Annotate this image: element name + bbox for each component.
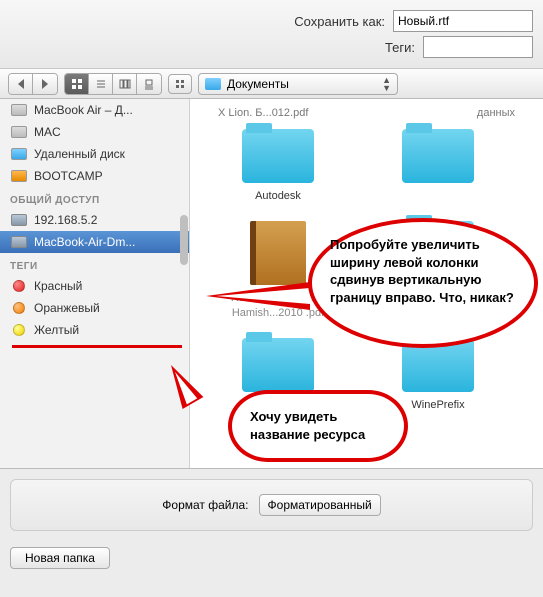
- sidebar-item-tag[interactable]: Желтый: [0, 319, 189, 341]
- coverflow-view-button[interactable]: [137, 74, 161, 94]
- sidebar-item-device[interactable]: Удаленный диск: [0, 143, 189, 165]
- tag-dot-icon: [13, 302, 25, 314]
- sidebar-item-label: BOOTCAMP: [34, 169, 103, 183]
- view-mode-buttons: [64, 73, 162, 95]
- annotation-callout: Хочу увидеть название ресурса: [228, 390, 408, 462]
- sidebar-item-label: Оранжевый: [34, 301, 100, 315]
- format-row: Формат файла: Форматированный: [10, 479, 533, 531]
- sidebar-item-label: 192.168.5.2: [34, 213, 97, 227]
- bottom-panel: Формат файла: Форматированный Новая папк…: [0, 469, 543, 579]
- format-select[interactable]: Форматированный: [259, 494, 381, 516]
- folder-icon: [242, 338, 314, 392]
- disk-icon: [11, 126, 27, 138]
- sidebar-item-label: MAC: [34, 125, 61, 139]
- folder-icon: [205, 78, 221, 90]
- bootcamp-disk-icon: [11, 170, 27, 182]
- monitor-icon: [11, 214, 27, 226]
- file-item-label: Autodesk: [218, 189, 338, 203]
- monitor-icon: [11, 236, 27, 248]
- format-value: Форматированный: [268, 498, 372, 512]
- sidebar-section-tags: ТЕГИ: [0, 253, 189, 275]
- sidebar-item-tag[interactable]: Оранжевый: [0, 297, 189, 319]
- disk-icon: [11, 104, 27, 116]
- sidebar-item-label: Красный: [34, 279, 82, 293]
- new-folder-button[interactable]: Новая папка: [10, 547, 110, 569]
- callout-text: Попробуйте увеличить ширину левой колонк…: [330, 237, 514, 305]
- save-panel-header: Сохранить как: Теги:: [0, 0, 543, 69]
- tag-dot-icon: [13, 324, 25, 336]
- truncated-filename: данных: [477, 107, 515, 119]
- sidebar-item-label: MacBook Air – Д...: [34, 103, 133, 117]
- location-popup[interactable]: Документы ▲▼: [198, 73, 398, 95]
- format-label: Формат файла:: [162, 498, 248, 512]
- callout-tail-icon: [206, 282, 310, 310]
- sidebar: MacBook Air – Д... MAC Удаленный диск BO…: [0, 99, 190, 468]
- truncated-filename: X Lion. Б...012.pdf: [218, 107, 308, 119]
- list-view-button[interactable]: [89, 74, 113, 94]
- popup-arrows-icon: ▲▼: [382, 76, 391, 92]
- sidebar-section-shared: ОБЩИЙ ДОСТУП: [0, 187, 189, 209]
- sidebar-item-tag[interactable]: Красный: [0, 275, 189, 297]
- toolbar: Документы ▲▼: [0, 69, 543, 99]
- back-button[interactable]: [9, 74, 33, 94]
- callout-text: Хочу увидеть название ресурса: [250, 409, 365, 442]
- location-label: Документы: [227, 77, 289, 91]
- remote-disk-icon: [11, 148, 27, 160]
- icon-view-button[interactable]: [65, 74, 89, 94]
- sidebar-item-label: MacBook-Air-Dm...: [34, 235, 135, 249]
- sidebar-item-device[interactable]: MAC: [0, 121, 189, 143]
- sidebar-item-shared-selected[interactable]: MacBook-Air-Dm...: [0, 231, 189, 253]
- arrange-button[interactable]: [168, 74, 192, 94]
- sidebar-item-shared[interactable]: 192.168.5.2: [0, 209, 189, 231]
- tag-dot-icon: [13, 280, 25, 292]
- file-item[interactable]: Autodesk: [218, 129, 338, 203]
- forward-button[interactable]: [33, 74, 57, 94]
- sidebar-item-label: Желтый: [34, 323, 79, 337]
- folder-icon: [242, 129, 314, 183]
- tags-input[interactable]: [423, 36, 533, 58]
- filename-input[interactable]: [393, 10, 533, 32]
- book-icon: [250, 221, 306, 285]
- annotation-underline: [12, 345, 182, 348]
- sidebar-item-device[interactable]: BOOTCAMP: [0, 165, 189, 187]
- tags-label: Теги:: [385, 40, 415, 55]
- folder-icon: [402, 129, 474, 183]
- column-view-button[interactable]: [113, 74, 137, 94]
- nav-buttons: [8, 73, 58, 95]
- annotation-callout: Попробуйте увеличить ширину левой колонк…: [308, 218, 538, 348]
- sidebar-item-label: Удаленный диск: [34, 147, 125, 161]
- sidebar-item-device[interactable]: MacBook Air – Д...: [0, 99, 189, 121]
- save-as-label: Сохранить как:: [294, 14, 385, 29]
- file-item[interactable]: [378, 129, 498, 203]
